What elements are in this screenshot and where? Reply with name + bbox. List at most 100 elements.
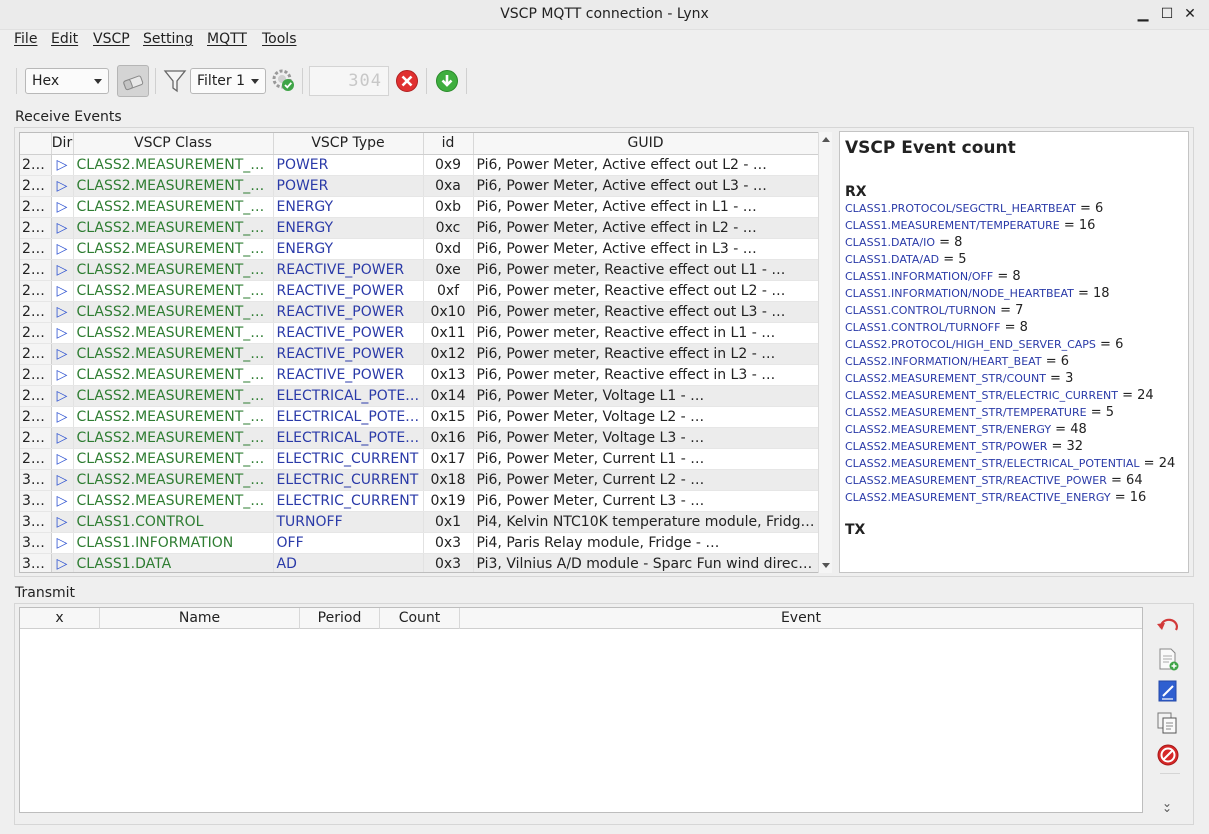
table-row[interactable]: 291 ▷ CLASS2.MEASUREMENT_… REACTIVE_POWER 0x…	[20, 280, 819, 302]
table-row[interactable]: 300 ▷ CLASS2.MEASUREMENT_… ELECTRIC_CURRENT…	[20, 469, 819, 491]
edit-icon[interactable]	[1155, 678, 1181, 704]
rx-count-name: CLASS2.PROTOCOL/HIGH_END_SERVER_CAPS	[845, 338, 1096, 351]
guid-cell: Pi6, Power meter, Reactive effect in L1 …	[473, 322, 819, 344]
row-number: 304	[20, 553, 52, 572]
table-row[interactable]: 297 ▷ CLASS2.MEASUREMENT_… ELECTRICAL_POTE……	[20, 406, 819, 428]
guid-cell: Pi6, Power meter, Reactive effect out L3…	[473, 301, 819, 323]
tx-heading: TX	[845, 522, 866, 538]
table-row[interactable]: 303 ▷ CLASS1.INFORMATION OFF 0x3 Pi4, Paris R…	[20, 532, 819, 554]
toolbar-separator	[16, 68, 17, 94]
rx-count-name: CLASS2.MEASUREMENT_STR/ENERGY	[845, 423, 1052, 436]
id-cell: 0xd	[423, 238, 474, 260]
download-arrow-icon[interactable]	[435, 69, 459, 93]
table-row[interactable]: 304 ▷ CLASS1.DATA AD 0x3 Pi3, Vilnius A/D mod…	[20, 553, 819, 572]
menu-edit[interactable]: Edit	[51, 31, 78, 47]
rx-count-item: CLASS2.MEASUREMENT_STR/REACTIVE_POWER = …	[845, 472, 1183, 489]
table-row[interactable]: 288 ▷ CLASS2.MEASUREMENT_… ENERGY 0xc Pi6, Po…	[20, 217, 819, 239]
table-row[interactable]: 302 ▷ CLASS1.CONTROL TURNOFF 0x1 Pi4, Kelvin …	[20, 511, 819, 533]
column-header-name[interactable]: Name	[100, 608, 300, 629]
toolbar-separator	[155, 68, 156, 94]
transmit-table[interactable]: x Name Period Count Event	[19, 607, 1143, 813]
toolbar: Hex Filter 1 304	[0, 62, 1209, 102]
rx-count-value: = 6	[1095, 337, 1124, 352]
id-cell: 0x1	[423, 511, 474, 533]
table-row[interactable]: 290 ▷ CLASS2.MEASUREMENT_… REACTIVE_POWER 0x…	[20, 259, 819, 281]
vscp-type-cell: OFF	[273, 532, 424, 554]
menu-file[interactable]: File	[14, 31, 37, 47]
delete-icon[interactable]	[1155, 742, 1181, 768]
scroll-up-icon[interactable]	[822, 137, 830, 142]
table-row[interactable]: 294 ▷ CLASS2.MEASUREMENT_… REACTIVE_POWER 0x…	[20, 343, 819, 365]
rx-count-item: CLASS2.MEASUREMENT_STR/REACTIVE_ENERGY =…	[845, 489, 1183, 506]
table-row[interactable]: 289 ▷ CLASS2.MEASUREMENT_… ENERGY 0xd Pi6, Po…	[20, 238, 819, 260]
column-header-id[interactable]: id	[423, 133, 474, 155]
guid-cell: Pi4, Paris Relay module, Fridge - …	[473, 532, 819, 554]
close-button[interactable]: ✕	[1180, 4, 1200, 24]
table-row[interactable]: 285 ▷ CLASS2.MEASUREMENT_… POWER 0x9 Pi6, Pow…	[20, 154, 819, 176]
direction-icon: ▷	[51, 301, 74, 323]
rx-count-item: CLASS2.MEASUREMENT_STR/TEMPERATURE = 5	[845, 404, 1183, 421]
table-row[interactable]: 287 ▷ CLASS2.MEASUREMENT_… ENERGY 0xb Pi6, Po…	[20, 196, 819, 218]
column-header-dir[interactable]: Dir	[51, 133, 74, 155]
rx-heading: RX	[845, 184, 867, 200]
clear-red-icon[interactable]	[395, 69, 419, 93]
copy-icon[interactable]	[1155, 710, 1181, 736]
row-number: 285	[20, 154, 52, 176]
rx-count-name: CLASS1.CONTROL/TURNON	[845, 304, 996, 317]
undo-icon[interactable]	[1155, 612, 1181, 638]
minimize-button[interactable]: ▁	[1133, 4, 1153, 24]
guid-cell: Pi6, Power Meter, Current L2 - …	[473, 469, 819, 491]
guid-cell: Pi6, Power meter, Reactive effect in L2 …	[473, 343, 819, 365]
column-header-guid[interactable]: GUID	[473, 133, 819, 155]
id-cell: 0xe	[423, 259, 474, 281]
column-header-class[interactable]: VSCP Class	[73, 133, 274, 155]
event-count-title: VSCP Event count	[845, 138, 1016, 158]
settings-check-icon[interactable]	[271, 68, 297, 94]
vscp-class-cell: CLASS2.MEASUREMENT_…	[73, 196, 274, 218]
rx-count-value: = 18	[1073, 286, 1110, 301]
number-format-select[interactable]: Hex	[25, 68, 109, 94]
column-header-period[interactable]: Period	[300, 608, 380, 629]
table-row[interactable]: 292 ▷ CLASS2.MEASUREMENT_… REACTIVE_POWER 0x…	[20, 301, 819, 323]
receive-scrollbar[interactable]	[818, 132, 832, 573]
vscp-class-cell: CLASS2.MEASUREMENT_…	[73, 154, 274, 176]
rx-count-item: CLASS1.MEASUREMENT/TEMPERATURE = 16	[845, 217, 1183, 234]
filter-icon[interactable]	[163, 68, 187, 94]
rx-count-name: CLASS1.INFORMATION/OFF	[845, 270, 994, 283]
table-row[interactable]: 286 ▷ CLASS2.MEASUREMENT_… POWER 0xa Pi6, Pow…	[20, 175, 819, 197]
menu-mqtt[interactable]: MQTT	[207, 31, 247, 47]
row-number: 286	[20, 175, 52, 197]
table-row[interactable]: 293 ▷ CLASS2.MEASUREMENT_… REACTIVE_POWER 0x…	[20, 322, 819, 344]
id-cell: 0x17	[423, 448, 474, 470]
maximize-button[interactable]: ☐	[1157, 4, 1177, 24]
table-row[interactable]: 295 ▷ CLASS2.MEASUREMENT_… REACTIVE_POWER 0x…	[20, 364, 819, 386]
table-row[interactable]: 298 ▷ CLASS2.MEASUREMENT_… ELECTRICAL_POTE……	[20, 427, 819, 449]
vscp-class-cell: CLASS2.MEASUREMENT_…	[73, 280, 274, 302]
vscp-class-cell: CLASS2.MEASUREMENT_…	[73, 301, 274, 323]
eraser-button[interactable]	[117, 65, 149, 97]
column-header-x[interactable]: x	[20, 608, 100, 629]
rx-count-value: = 6	[1075, 201, 1104, 216]
column-header-event[interactable]: Event	[460, 608, 1142, 629]
rx-count-value: = 16	[1110, 490, 1147, 505]
row-number: 302	[20, 511, 52, 533]
chevron-down-double-icon-lower: ⌄	[1162, 801, 1173, 815]
column-header-type[interactable]: VSCP Type	[273, 133, 424, 155]
column-header-count[interactable]: Count	[380, 608, 460, 629]
guid-cell: Pi6, Power Meter, Current L1 - …	[473, 448, 819, 470]
menu-setting[interactable]: Setting	[143, 31, 193, 47]
row-number: 295	[20, 364, 52, 386]
rx-count-item: CLASS1.CONTROL/TURNOFF = 8	[845, 319, 1183, 336]
table-row[interactable]: 301 ▷ CLASS2.MEASUREMENT_… ELECTRIC_CURRENT…	[20, 490, 819, 512]
row-number: 290	[20, 259, 52, 281]
table-row[interactable]: 296 ▷ CLASS2.MEASUREMENT_… ELECTRICAL_POTE……	[20, 385, 819, 407]
scroll-down-icon[interactable]	[822, 563, 830, 568]
table-row[interactable]: 299 ▷ CLASS2.MEASUREMENT_… ELECTRIC_CURRENT…	[20, 448, 819, 470]
rx-count-item: CLASS2.MEASUREMENT_STR/ELECTRICAL_POTENT…	[845, 455, 1183, 472]
menu-tools[interactable]: Tools	[262, 31, 297, 47]
menu-vscp[interactable]: VSCP	[93, 31, 130, 47]
add-document-icon[interactable]	[1155, 646, 1181, 672]
receive-events-table[interactable]: Dir VSCP Class VSCP Type id GUID 285 ▷ CLA…	[19, 132, 832, 573]
rx-count-name: CLASS2.MEASUREMENT_STR/ELECTRIC_CURRENT	[845, 389, 1118, 402]
filter-select[interactable]: Filter 1	[190, 68, 266, 94]
